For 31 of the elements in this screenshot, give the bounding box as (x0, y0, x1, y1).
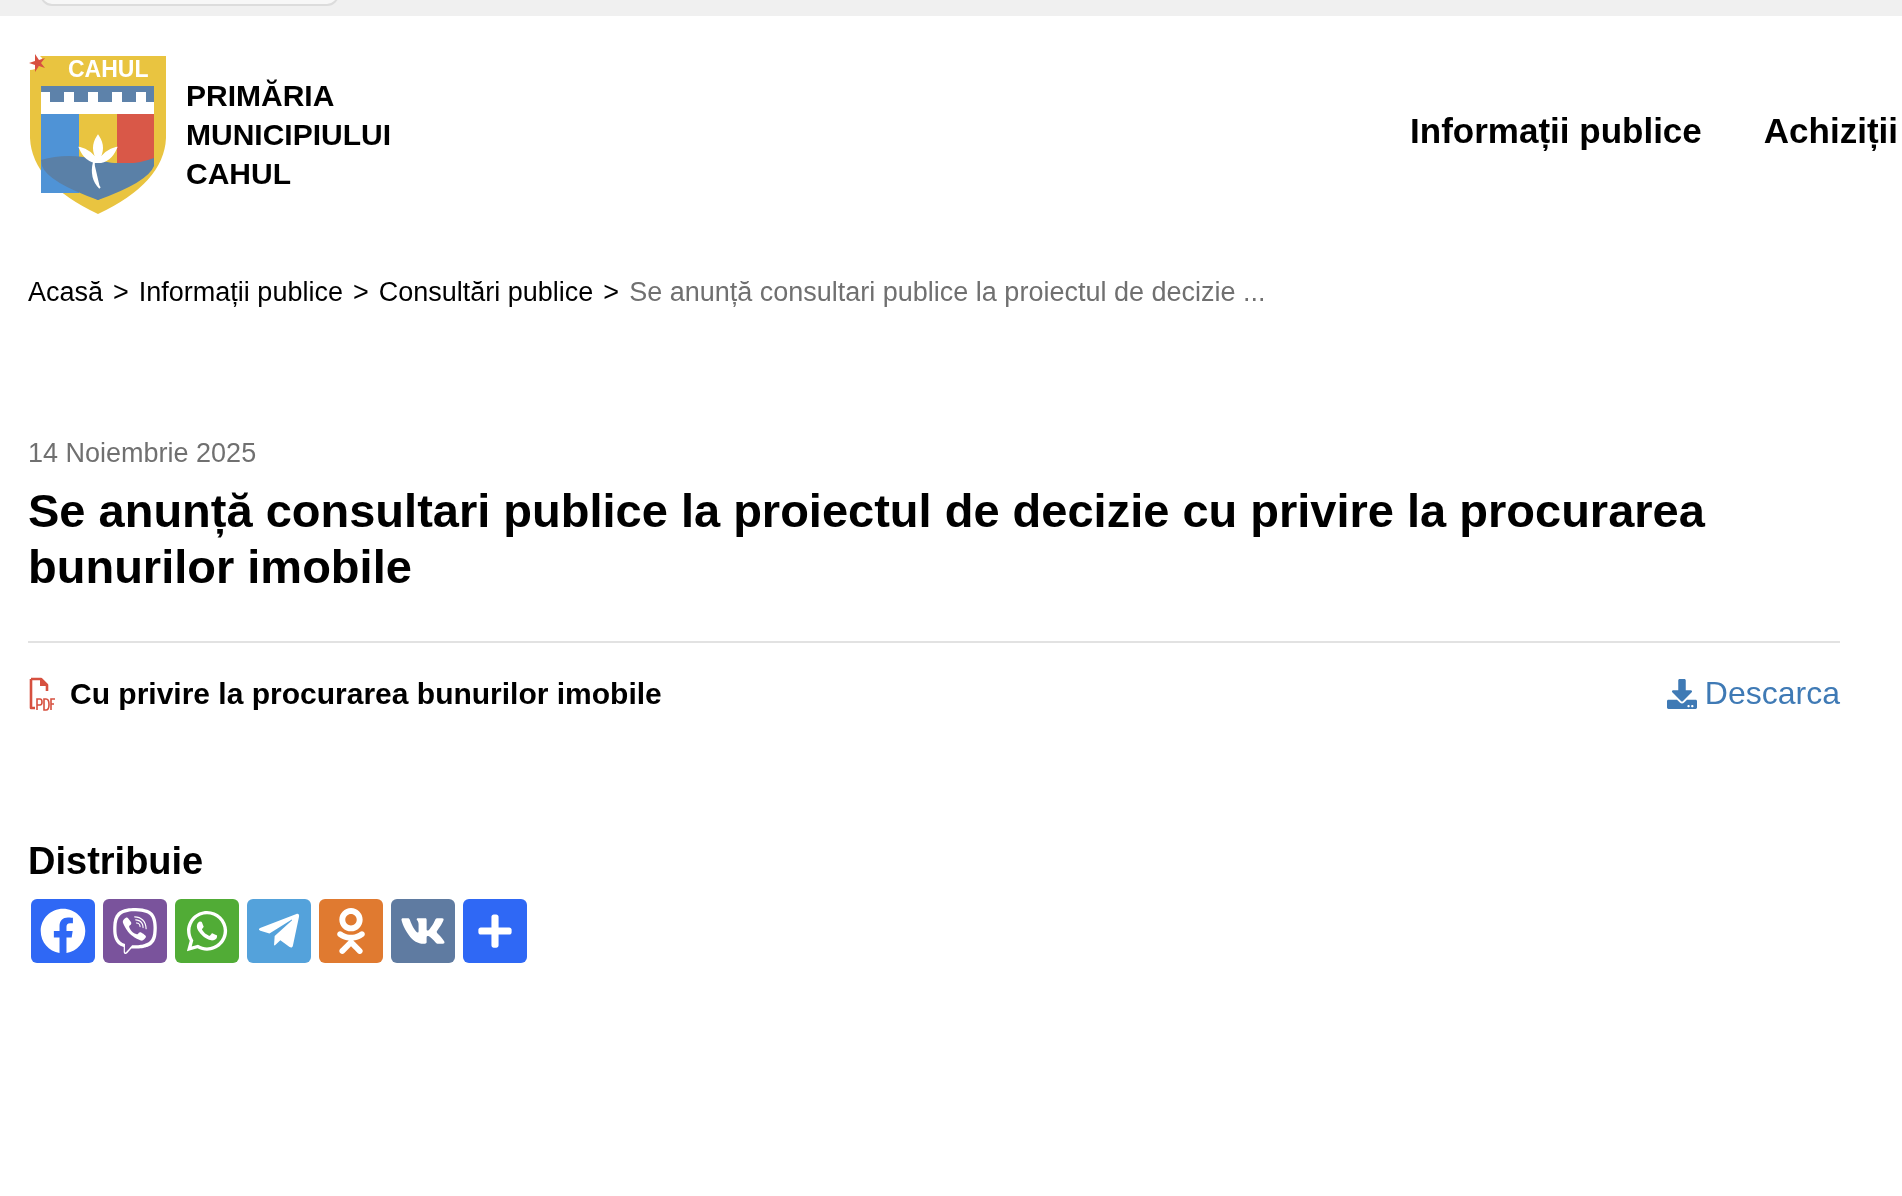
breadcrumb-separator: > (603, 277, 620, 308)
facebook-share-button[interactable] (31, 899, 95, 963)
current-page-title: Se anunță consultari publice la proiectul de decizie ... (629, 277, 1266, 308)
article-title: Se anunță consultari publice la proiectul de decizie cu privire la procurarea bunurilor imobile (28, 483, 1707, 595)
more-share-button[interactable] (463, 899, 527, 963)
nav-link[interactable]: Achiziții (1763, 111, 1898, 151)
breadcrumb-separator: > (352, 277, 369, 308)
breadcrumb-link[interactable]: Consultări publice (378, 277, 594, 308)
viber-icon (112, 908, 158, 954)
viber-share-button[interactable] (103, 899, 167, 963)
attachment-name: Cu privire la procurarea bunurilor imobile (70, 676, 662, 711)
whatsapp-icon (184, 908, 230, 954)
plus-icon (476, 912, 514, 950)
share-heading: Distribuie (28, 840, 205, 883)
download-icon (1666, 678, 1697, 709)
odnoklassniki-share-button[interactable] (319, 899, 383, 963)
breadcrumb-link[interactable]: Informații publice (138, 277, 343, 308)
site-name: PRIMĂRIA (186, 77, 336, 114)
facebook-icon (40, 908, 86, 954)
vk-share-button[interactable] (391, 899, 455, 963)
telegram-share-button[interactable] (247, 899, 311, 963)
breadcrumb-link[interactable]: Acasă (28, 277, 104, 308)
breadcrumb-separator: > (113, 277, 129, 308)
article-date: 14 Noiembrie 2025 (28, 438, 258, 469)
nav-link[interactable]: Informații publice (1410, 111, 1702, 151)
pdf-file-icon (28, 676, 56, 711)
download-link[interactable]: Descarca (1666, 675, 1840, 712)
whatsapp-share-button[interactable] (175, 899, 239, 963)
site-name: CAHUL (186, 155, 292, 192)
site-name: MUNICIPIULUI (186, 116, 391, 153)
logo-text: CAHUL (68, 56, 149, 82)
